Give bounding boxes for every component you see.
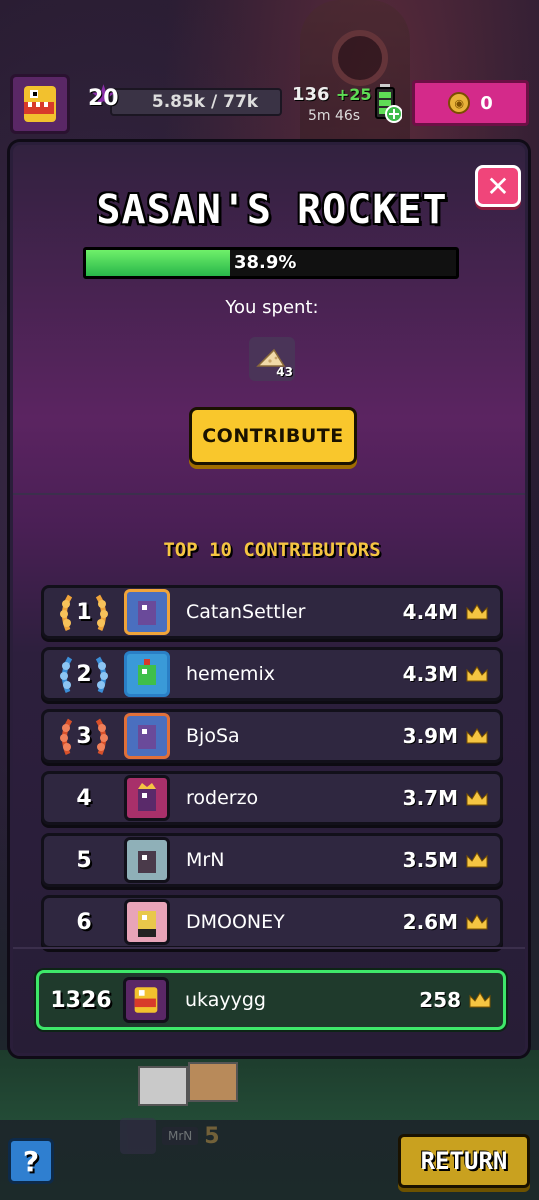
avatar (124, 651, 170, 697)
building (188, 1062, 238, 1102)
player-name: CatanSettler (186, 601, 306, 623)
contribution-score: 4.4M (402, 600, 458, 624)
own-player-name: ukayygg (185, 989, 266, 1011)
xp-text: 5.85k / 77k (151, 92, 259, 112)
player-name: DMOONEY (186, 911, 285, 933)
rank-cell: 1 (44, 594, 124, 631)
rank-number: 2 (76, 661, 92, 687)
player-name: MrN (186, 849, 225, 871)
avatar (124, 713, 170, 759)
city-ground (0, 1050, 539, 1120)
dino-avatar-icon (138, 911, 156, 937)
rank-number: 3 (76, 723, 92, 749)
crown-icon (466, 790, 488, 806)
contribute-button[interactable]: CONTRIBUTE (189, 407, 357, 465)
contribution-score: 3.7M (402, 786, 458, 810)
dino-avatar-icon (138, 783, 156, 811)
building (138, 1066, 188, 1106)
rocket-contribution-modal: ✕ SASAN'S ROCKET 38.9% You spent: 43 CON… (10, 142, 528, 1056)
avatar (124, 899, 170, 945)
rocket-progress-bar: 38.9% (83, 247, 459, 279)
self-divider (13, 947, 525, 949)
rank-cell: 5 (44, 848, 124, 873)
help-button[interactable]: ? (8, 1138, 54, 1184)
background-leaderboard-preview: MrN 5 (120, 1118, 260, 1154)
player-name: hememix (186, 663, 275, 685)
section-divider (13, 493, 525, 495)
energy-timer: 5m 46s (308, 108, 361, 124)
energy-value: 136 (292, 84, 330, 105)
crown-icon (466, 604, 488, 620)
avatar (124, 837, 170, 883)
crown-icon (466, 666, 488, 682)
player-name: roderzo (186, 787, 259, 809)
dino-avatar-icon (138, 725, 156, 749)
dino-avatar-icon (24, 86, 56, 122)
contribution-score: 4.3M (402, 662, 458, 686)
return-button[interactable]: RETURN (398, 1134, 530, 1188)
contributor-row[interactable]: 1 CatanSettler 4.4M (41, 585, 503, 639)
avatar (120, 1118, 156, 1154)
crown-icon (469, 992, 491, 1008)
rank-cell: 3 (44, 718, 124, 755)
player-name: BjoSa (186, 725, 240, 747)
contributor-row[interactable]: 2 hememix 4.3M (41, 647, 503, 701)
rank-number: 4 (76, 785, 92, 811)
coin-icon: ◉ (448, 92, 471, 114)
coin-counter[interactable]: ◉ 0 (412, 80, 529, 126)
energy-display: 136 +25 (292, 84, 372, 105)
preview-player-name: MrN (162, 1127, 199, 1145)
rank-number: 1 (76, 599, 92, 625)
rank-cell: 2 (44, 656, 124, 693)
own-contribution-row[interactable]: 1326 ukayygg 258 (36, 970, 506, 1030)
progress-text: 38.9% (234, 252, 297, 273)
avatar (124, 589, 170, 635)
contributors-list[interactable]: 1 CatanSettler 4.4M 2 hememix 4.3M 3 Bjo… (41, 585, 503, 957)
contribution-score: 3.9M (402, 724, 458, 748)
spent-item-slot: 43 (249, 337, 295, 381)
rank-cell: 4 (44, 786, 124, 811)
rank-number: 6 (76, 909, 92, 935)
energy-plus: +25 (335, 85, 372, 104)
crown-icon (466, 914, 488, 930)
progress-fill (86, 250, 230, 276)
crown-icon (466, 852, 488, 868)
dino-avatar-icon (138, 851, 156, 873)
player-avatar[interactable] (10, 74, 70, 134)
dino-avatar-icon (138, 659, 156, 685)
dino-avatar-icon (138, 601, 156, 625)
avatar (124, 775, 170, 821)
level-badge: ★ 20 (88, 82, 119, 112)
contributor-row[interactable]: 4 roderzo 3.7M (41, 771, 503, 825)
contribution-score: 3.5M (402, 848, 458, 872)
coin-value: 0 (480, 92, 493, 114)
battery-plus-icon[interactable] (374, 84, 402, 124)
rank-cell: 6 (44, 910, 124, 935)
level-number: 20 (88, 86, 119, 111)
contribution-score: 2.6M (402, 910, 458, 934)
spent-count: 43 (276, 365, 293, 379)
dino-avatar-icon (134, 987, 158, 1013)
contributor-row[interactable]: 3 BjoSa 3.9M (41, 709, 503, 763)
modal-title: SASAN'S ROCKET (96, 187, 448, 233)
avatar (123, 977, 169, 1023)
top-contributors-title: TOP 10 CONTRIBUTORS (163, 539, 381, 561)
contributor-row[interactable]: 5 MrN 3.5M (41, 833, 503, 887)
preview-rank: 5 (204, 1123, 220, 1149)
crown-icon (466, 728, 488, 744)
own-rank: 1326 (50, 987, 112, 1013)
spent-label: You spent: (225, 297, 319, 318)
own-score: 258 (419, 988, 461, 1012)
contributor-row[interactable]: 6 DMOONEY 2.6M (41, 895, 503, 949)
rank-number: 5 (76, 847, 92, 873)
xp-bar: 5.85k / 77k (110, 88, 282, 116)
